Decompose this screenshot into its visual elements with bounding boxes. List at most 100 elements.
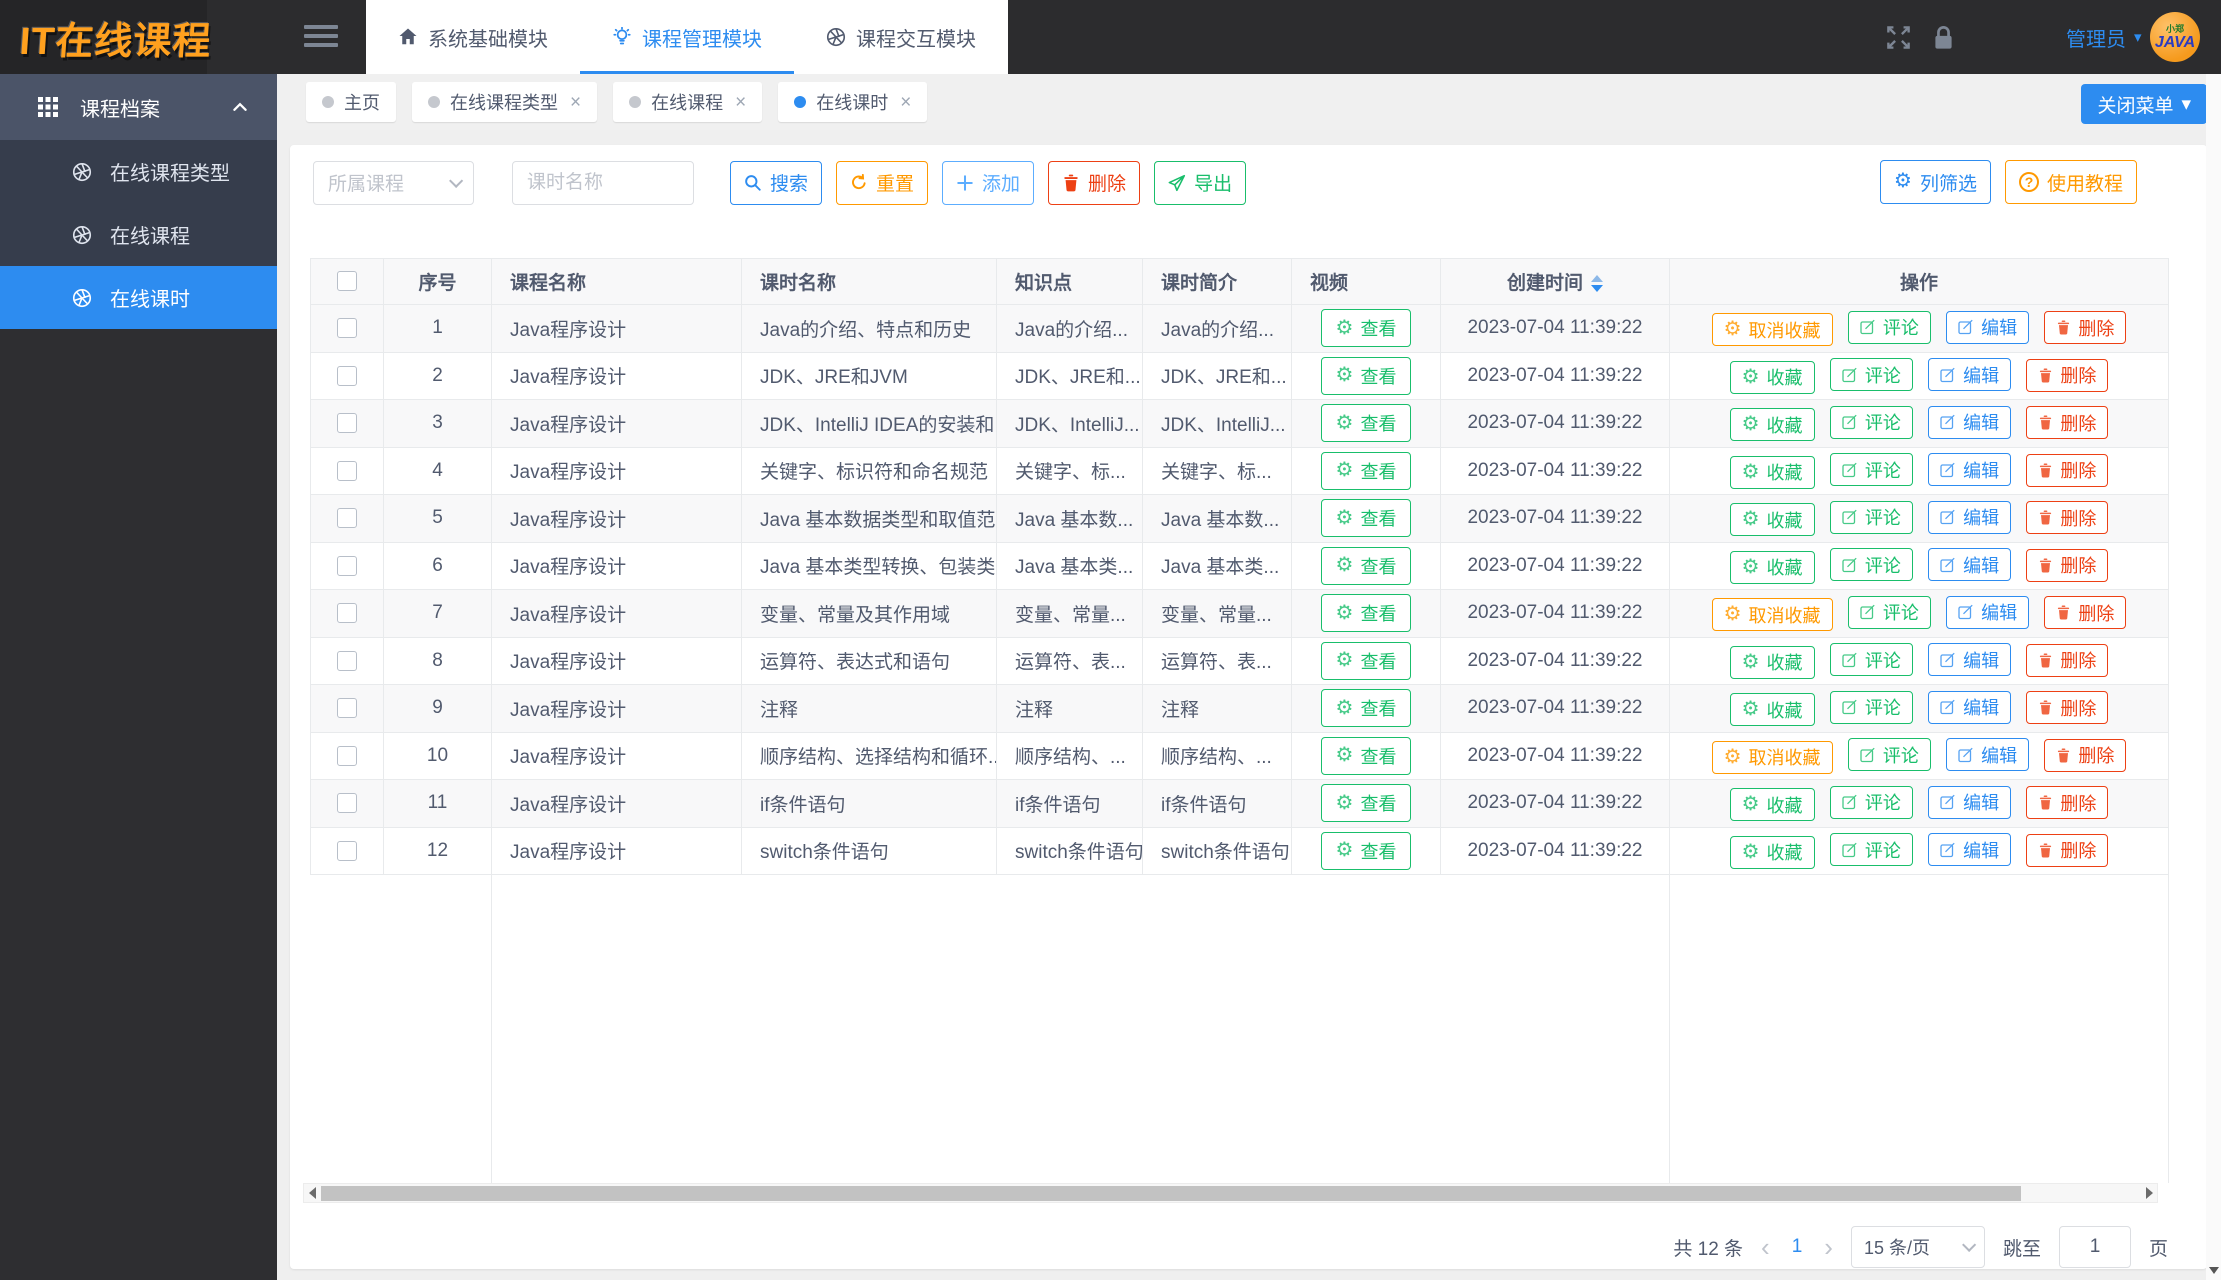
row-checkbox[interactable] [337,603,357,624]
view-tab[interactable]: 主页 [306,82,396,122]
next-page-button[interactable] [1824,1234,1833,1260]
scroll-down-arrow[interactable] [2209,1267,2219,1274]
search-button[interactable]: 搜索 [730,160,823,205]
edit-button[interactable]: 编辑 [1946,595,2030,629]
tutorial-button[interactable]: 使用教程 [2004,160,2137,204]
delete-row-button[interactable]: 删除 [2044,738,2127,772]
comment-button[interactable]: 评论 [1829,500,1913,534]
module-tab-system-base[interactable]: 系统基础模块 [366,0,580,74]
comment-button[interactable]: 评论 [1847,310,1931,344]
favorite-button[interactable]: 收藏 [1729,693,1815,726]
row-checkbox[interactable] [337,555,357,576]
avatar[interactable]: 小郑 JAVA [2150,12,2200,62]
comment-button[interactable]: 评论 [1847,738,1931,771]
favorite-button[interactable]: 收藏 [1729,408,1815,441]
close-icon[interactable] [570,93,581,112]
row-checkbox[interactable] [337,365,357,386]
module-tab-course-manage[interactable]: 课程管理模块 [580,0,794,74]
comment-button[interactable]: 评论 [1829,358,1913,391]
sidebar-item[interactable]: 在线课时 [0,266,277,329]
sort-desc-icon[interactable] [1591,285,1603,293]
sort-control[interactable] [1591,275,1603,293]
page-size-select[interactable]: 15 条/页 [1850,1226,1985,1268]
favorite-button[interactable]: 取消收藏 [1711,313,1833,346]
user-menu[interactable]: 管理员 [2066,0,2142,74]
row-checkbox[interactable] [337,698,357,719]
delete-row-button[interactable]: 删除 [2026,358,2109,392]
delete-row-button[interactable]: 删除 [2026,453,2109,487]
row-checkbox[interactable] [337,413,357,434]
row-checkbox[interactable] [337,650,357,671]
row-checkbox[interactable] [337,508,357,529]
view-video-button[interactable]: 查看 [1320,831,1412,870]
edit-button[interactable]: 编辑 [1928,785,2012,819]
edit-button[interactable]: 编辑 [1928,548,2012,581]
select-all-checkbox[interactable] [337,271,357,292]
close-menu-button[interactable]: 关闭菜单 [2081,84,2207,124]
delete-row-button[interactable]: 删除 [2044,596,2127,629]
sidebar-item[interactable]: 在线课程类型 [0,140,277,203]
close-icon[interactable] [735,93,746,112]
lesson-name-input[interactable] [512,160,694,205]
row-checkbox[interactable] [337,745,357,766]
view-video-button[interactable]: 查看 [1320,546,1412,585]
edit-button[interactable]: 编辑 [1928,643,2012,676]
edit-button[interactable]: 编辑 [1928,358,2012,391]
delete-row-button[interactable]: 删除 [2026,643,2109,677]
comment-button[interactable]: 评论 [1829,785,1913,819]
favorite-button[interactable]: 收藏 [1729,645,1815,679]
view-video-button[interactable]: 查看 [1320,404,1412,443]
favorite-button[interactable]: 取消收藏 [1711,740,1833,774]
sidebar-group-course-archive[interactable]: 课程档案 [0,74,277,140]
row-checkbox[interactable] [337,840,357,861]
scroll-left-arrow[interactable] [304,1184,320,1202]
sort-asc-icon[interactable] [1591,275,1603,283]
favorite-button[interactable]: 收藏 [1729,455,1815,489]
edit-button[interactable]: 编辑 [1928,833,2012,866]
view-video-button[interactable]: 查看 [1320,499,1412,538]
lock-icon[interactable] [1930,24,1957,56]
view-video-button[interactable]: 查看 [1320,641,1412,680]
edit-button[interactable]: 编辑 [1928,500,2012,534]
view-video-button[interactable]: 查看 [1320,784,1412,823]
fullscreen-icon[interactable] [1885,24,1912,56]
delete-row-button[interactable]: 删除 [2026,833,2109,867]
reset-button[interactable]: 重置 [836,160,929,205]
edit-button[interactable]: 编辑 [1946,738,2030,771]
view-video-button[interactable]: 查看 [1320,594,1412,633]
comment-button[interactable]: 评论 [1829,643,1913,676]
comment-button[interactable]: 评论 [1847,595,1931,629]
view-video-button[interactable]: 查看 [1320,356,1412,395]
delete-row-button[interactable]: 删除 [2044,311,2127,344]
close-icon[interactable] [900,93,911,112]
delete-row-button[interactable]: 删除 [2026,406,2109,439]
favorite-button[interactable]: 收藏 [1729,550,1815,584]
favorite-button[interactable]: 收藏 [1729,503,1815,536]
scroll-right-arrow[interactable] [2141,1184,2157,1202]
row-checkbox[interactable] [337,793,357,814]
view-video-button[interactable]: 查看 [1320,309,1412,348]
view-tab[interactable]: 在线课程类型 [412,82,598,122]
comment-button[interactable]: 评论 [1829,453,1913,486]
add-button[interactable]: 添加 [942,160,1035,205]
page-1-button[interactable]: 1 [1788,1236,1807,1258]
module-tab-course-interact[interactable]: 课程交互模块 [794,0,1008,74]
row-checkbox[interactable] [337,318,357,339]
course-select[interactable]: 所属课程 [313,160,474,205]
sidebar-toggle-button[interactable] [304,20,340,54]
prev-page-button[interactable] [1761,1234,1770,1260]
horizontal-scrollbar[interactable] [303,1183,2158,1203]
delete-row-button[interactable]: 删除 [2026,786,2109,819]
view-video-button[interactable]: 查看 [1320,451,1412,490]
favorite-button[interactable]: 收藏 [1729,360,1815,394]
view-tab[interactable]: 在线课程 [613,82,763,122]
vertical-scrollbar[interactable] [2206,74,2221,1280]
delete-row-button[interactable]: 删除 [2026,691,2109,724]
edit-button[interactable]: 编辑 [1946,310,2030,344]
row-checkbox[interactable] [337,460,357,481]
horizontal-scrollbar-thumb[interactable] [321,1186,2021,1201]
favorite-button[interactable]: 收藏 [1729,835,1815,869]
view-tab[interactable]: 在线课时 [778,82,928,122]
comment-button[interactable]: 评论 [1829,405,1913,439]
edit-button[interactable]: 编辑 [1928,453,2012,486]
